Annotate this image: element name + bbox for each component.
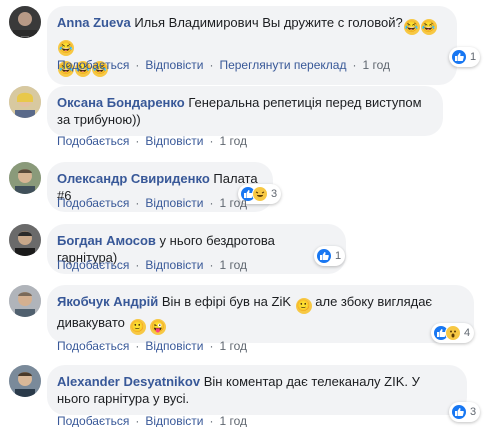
- avatar[interactable]: [9, 86, 41, 118]
- separator: ·: [209, 339, 214, 353]
- separator: ·: [352, 58, 357, 72]
- separator: ·: [209, 58, 214, 72]
- reply-button[interactable]: Відповісти: [145, 258, 203, 272]
- separator: ·: [135, 339, 140, 353]
- comment-actions: Подобається · Відповісти · 1 год: [57, 414, 247, 427]
- reply-button[interactable]: Відповісти: [145, 58, 203, 72]
- haha-reaction-icon: [252, 186, 268, 202]
- like-button[interactable]: Подобається: [57, 58, 129, 72]
- like-reaction-icon: [451, 404, 467, 420]
- laughing-emoji-icon: 😂: [403, 19, 420, 35]
- comment-bubble: Anna Zueva Илья Владимирович Вы дружите …: [47, 6, 457, 85]
- separator: ·: [135, 134, 140, 148]
- comment-actions: Подобається · Відповісти · 1 год: [57, 134, 247, 148]
- tongue-wink-emoji-icon: 😜: [150, 319, 167, 335]
- like-button[interactable]: Подобається: [57, 196, 129, 210]
- comment-text: Илья Владимирович Вы дружите с головой?: [134, 15, 403, 30]
- reaction-count: 4: [464, 327, 471, 339]
- reactions-summary[interactable]: 4: [431, 323, 475, 343]
- reply-button[interactable]: Відповісти: [145, 196, 203, 210]
- comment-author[interactable]: Олександр Свириденко: [57, 171, 210, 186]
- separator: ·: [135, 414, 140, 427]
- avatar[interactable]: [9, 285, 41, 317]
- avatar[interactable]: [9, 162, 41, 194]
- comment-author[interactable]: Богдан Амосов: [57, 233, 156, 248]
- comment-text: Він в ефірі був на ZiK: [161, 294, 292, 309]
- reply-button[interactable]: Відповісти: [145, 134, 203, 148]
- see-translation-button[interactable]: Переглянути переклад: [219, 58, 346, 72]
- like-reaction-icon: [451, 49, 467, 65]
- comment-bubble: Alexander Desyatnikov Він коментар дає т…: [47, 365, 467, 415]
- separator: ·: [135, 258, 140, 272]
- timestamp[interactable]: 1 год: [219, 414, 247, 427]
- timestamp[interactable]: 1 год: [219, 258, 247, 272]
- like-button[interactable]: Подобається: [57, 339, 129, 353]
- comment-bubble: Якобчук Андрій Він в ефірі був на ZiK 🙂 …: [47, 285, 474, 343]
- avatar[interactable]: [9, 224, 41, 256]
- reaction-count: 1: [470, 51, 477, 63]
- reactions-summary[interactable]: 1: [314, 246, 346, 266]
- reaction-count: 3: [470, 406, 477, 418]
- separator: ·: [135, 58, 140, 72]
- comment-actions: Подобається · Відповісти · Переглянути п…: [57, 58, 390, 72]
- avatar[interactable]: ____: [9, 6, 41, 38]
- like-button[interactable]: Подобається: [57, 414, 129, 427]
- smile-emoji-icon: 🙂: [129, 319, 146, 335]
- separator: ·: [209, 258, 214, 272]
- separator: ·: [209, 134, 214, 148]
- comment-actions: Подобається · Відповісти · 1 год: [57, 196, 247, 210]
- separator: ·: [135, 196, 140, 210]
- comment-author[interactable]: Anna Zueva: [57, 15, 131, 30]
- smile-emoji-icon: 🙂: [295, 298, 312, 314]
- comment-author[interactable]: Оксана Бондаренко: [57, 95, 185, 110]
- comment-actions: Подобається · Відповісти · 1 год: [57, 339, 247, 353]
- comment-author[interactable]: Якобчук Андрій: [57, 294, 158, 309]
- comment-author[interactable]: Alexander Desyatnikov: [57, 374, 200, 389]
- reaction-count: 3: [271, 188, 278, 200]
- separator: ·: [209, 414, 214, 427]
- comment-bubble: Оксана Бондаренко Генеральна репетиція п…: [47, 86, 443, 136]
- timestamp[interactable]: 1 год: [219, 196, 247, 210]
- timestamp[interactable]: 1 год: [219, 134, 247, 148]
- svg-text:____: ____: [20, 32, 30, 37]
- laughing-emoji-icon: 😂: [420, 19, 437, 35]
- wow-reaction-icon: [445, 325, 461, 341]
- like-button[interactable]: Подобається: [57, 258, 129, 272]
- laughing-emoji-icon: 😂: [58, 40, 74, 56]
- reply-button[interactable]: Відповісти: [145, 414, 203, 427]
- comment-text: але збоку виглядає: [315, 294, 433, 309]
- avatar[interactable]: [9, 365, 41, 397]
- separator: ·: [209, 196, 214, 210]
- reaction-count: 1: [335, 250, 342, 262]
- reactions-summary[interactable]: 3: [449, 402, 481, 422]
- timestamp[interactable]: 1 год: [362, 58, 390, 72]
- like-button[interactable]: Подобається: [57, 134, 129, 148]
- timestamp[interactable]: 1 год: [219, 339, 247, 353]
- reply-button[interactable]: Відповісти: [145, 339, 203, 353]
- comment-actions: Подобається · Відповісти · 1 год: [57, 258, 247, 272]
- comment-text: дивакувато: [57, 315, 125, 330]
- reactions-summary[interactable]: 1: [449, 47, 481, 67]
- like-reaction-icon: [316, 248, 332, 264]
